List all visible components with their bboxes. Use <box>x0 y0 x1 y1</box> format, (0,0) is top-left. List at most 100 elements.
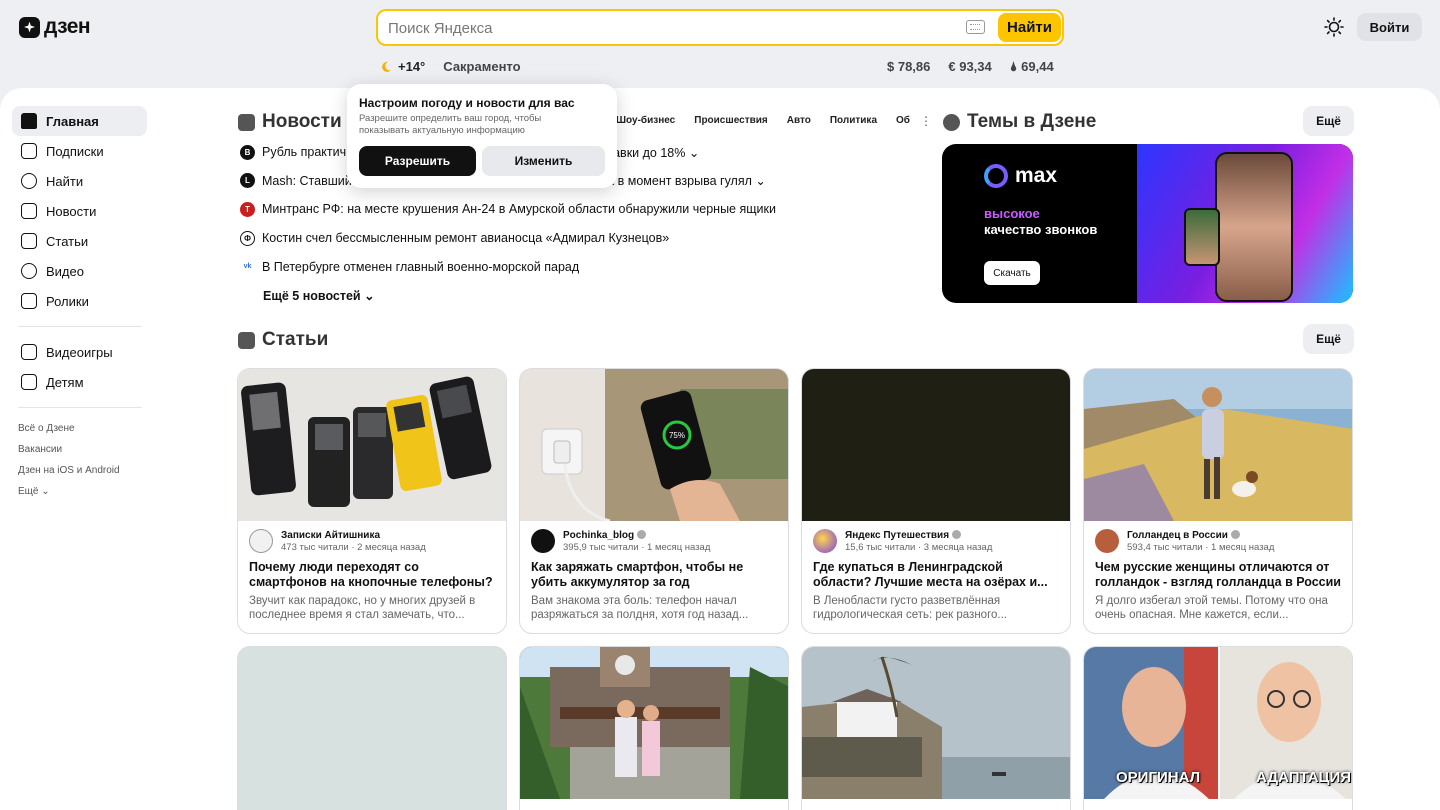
popup-text: Разрешите определить ваш город, чтобы по… <box>359 113 542 136</box>
avatar <box>1095 529 1119 553</box>
search-icon <box>21 173 37 189</box>
topics-more-button[interactable]: Ещё <box>1303 106 1354 136</box>
article-card[interactable]: 75% Pochinka_blog 395,9 тыс читали · 1 м… <box>519 368 789 634</box>
news-item[interactable]: vk В Петербурге отменен главный военно-м… <box>240 252 920 281</box>
sidebar-item-label: Подписки <box>46 143 104 159</box>
link-apps[interactable]: Дзен на iOS и Android <box>18 460 147 481</box>
more-news-button[interactable]: Ещё 5 новостей ⌄ <box>263 288 375 303</box>
login-button[interactable]: Войти <box>1357 13 1422 41</box>
sidebar-item-video[interactable]: Видео <box>12 256 147 286</box>
promo-line-2: качество звонков <box>984 222 1098 237</box>
tab-auto[interactable]: Авто <box>787 115 811 126</box>
rate-oil[interactable]: 🌢 69,44 <box>1010 59 1054 75</box>
article-image: 75% <box>520 369 788 521</box>
weather-widget[interactable]: +14° Сакраменто <box>380 59 521 74</box>
compass-icon <box>943 113 960 131</box>
news-icon <box>21 203 37 219</box>
card-author[interactable]: Голландец в России 593,4 тыс читали · 1 … <box>1095 529 1274 554</box>
sidebar-item-articles[interactable]: Статьи <box>12 226 147 256</box>
news-item[interactable]: T Минтранс РФ: на месте крушения Ан-24 в… <box>240 195 920 224</box>
moon-icon <box>382 61 391 72</box>
rate-eur[interactable]: € 93,34 <box>948 59 991 75</box>
card-title: Чем русские женщины отличаются от голлан… <box>1095 560 1341 589</box>
dzen-logo[interactable]: дзен <box>19 15 91 39</box>
sidebar-item-search[interactable]: Найти <box>12 166 147 196</box>
article-card[interactable] <box>801 646 1071 810</box>
change-button[interactable]: Изменить <box>482 146 605 176</box>
source-icon: Ф <box>240 230 255 246</box>
articles-icon <box>21 233 37 249</box>
subscriptions-icon <box>21 143 37 159</box>
articles-section-title[interactable]: Статьи <box>238 329 328 351</box>
article-card[interactable]: Записки Айтишника 473 тыс читали · 2 мес… <box>237 368 507 634</box>
card-author[interactable]: Pochinka_blog 395,9 тыс читали · 1 месяц… <box>531 529 710 554</box>
search-input[interactable] <box>388 17 948 39</box>
sidebar-item-kids[interactable]: Детям <box>12 367 147 397</box>
sidebar-item-news[interactable]: Новости <box>12 196 147 226</box>
articles-title-text: Статьи <box>262 329 329 350</box>
source-icon: B <box>240 144 255 160</box>
rate-usd[interactable]: $ 78,86 <box>887 59 930 75</box>
author-meta: 395,9 тыс читали · 1 месяц назад <box>563 542 711 553</box>
article-card[interactable]: Голландец в России 593,4 тыс читали · 1 … <box>1083 368 1353 634</box>
search-button[interactable]: Найти <box>998 13 1061 42</box>
location-popup: Настроим погоду и новости для вас Разреш… <box>347 84 617 188</box>
sidebar-item-label: Видео <box>46 263 84 279</box>
avatar <box>531 529 555 553</box>
articles-more-button[interactable]: Ещё <box>1303 324 1354 354</box>
tab-society[interactable]: Об <box>896 115 910 126</box>
link-more[interactable]: Ещё ⌄ <box>18 481 147 502</box>
sidebar-item-subscriptions[interactable]: Подписки <box>12 136 147 166</box>
author-name-text: Pochinka_blog <box>563 530 635 541</box>
battery-level-text: 75% <box>669 431 685 440</box>
sidebar-item-label: Детям <box>46 374 84 390</box>
allow-button[interactable]: Разрешить <box>359 146 476 176</box>
sidebar-item-shorts[interactable]: Ролики <box>12 286 147 316</box>
author-name: Голландец в России <box>1127 529 1274 542</box>
card-author[interactable]: Яндекс Путешествия 15,6 тыс читали · 3 м… <box>813 529 992 554</box>
kids-icon <box>21 374 37 390</box>
news-text: Mash: Ставший <box>262 173 352 188</box>
news-section-title[interactable]: Новости <box>238 111 342 133</box>
topics-title-text: Темы в Дзене <box>967 111 1097 132</box>
news-text: Минтранс РФ: на месте крушения Ан-24 в А… <box>262 202 776 217</box>
article-card[interactable] <box>519 646 789 810</box>
topics-section-title[interactable]: Темы в Дзене <box>943 111 1096 133</box>
card-author[interactable]: Записки Айтишника 473 тыс читали · 2 мес… <box>249 529 426 554</box>
article-card[interactable] <box>237 646 507 810</box>
card-excerpt: В Ленобласти густо разветвлённая гидроло… <box>813 595 1007 621</box>
article-card[interactable]: ОРИГИНАЛ АДАПТАЦИЯ <box>1083 646 1353 810</box>
download-button[interactable]: Скачать <box>984 261 1040 285</box>
home-icon <box>21 113 37 129</box>
sun-icon[interactable] <box>1324 17 1344 37</box>
sidebar-item-label: Главная <box>46 113 99 129</box>
author-meta: 473 тыс читали · 2 месяца назад <box>281 542 426 553</box>
article-image <box>802 369 1070 521</box>
max-promo-banner[interactable]: max высокое качество звонков Скачать <box>942 144 1353 303</box>
tab-politics[interactable]: Политика <box>830 115 877 126</box>
verified-icon <box>637 530 647 539</box>
tab-incidents[interactable]: Происшествия <box>694 115 767 126</box>
news-tabs: Шоу-бизнес Происшествия Авто Политика Об <box>616 115 910 126</box>
news-text-suffix: авки до 18% ⌄ <box>613 145 700 160</box>
news-text: Рубль практич <box>262 145 347 160</box>
article-image <box>238 369 506 521</box>
article-image <box>1084 369 1352 521</box>
card-excerpt: Я долго избегал этой темы. Потому что он… <box>1095 595 1328 621</box>
sidebar-item-games[interactable]: Видеоигры <box>12 337 147 367</box>
sidebar-item-home[interactable]: Главная <box>12 106 147 136</box>
sidebar-divider <box>18 407 142 408</box>
video-icon <box>21 263 37 279</box>
link-jobs[interactable]: Вакансии <box>18 439 147 460</box>
article-card[interactable]: Яндекс Путешествия 15,6 тыс читали · 3 м… <box>801 368 1071 634</box>
weather-city[interactable]: Сакраменто <box>443 59 520 74</box>
popup-title: Настроим погоду и новости для вас <box>359 96 575 110</box>
card-excerpt: Вам знакома эта боль: телефон начал разр… <box>531 595 749 621</box>
news-item[interactable]: Ф Костин счел бессмысленным ремонт авиан… <box>240 224 920 253</box>
link-about[interactable]: Всё о Дзене <box>18 418 147 439</box>
more-tabs-icon[interactable]: ⋮ <box>920 114 932 128</box>
tab-showbiz[interactable]: Шоу-бизнес <box>616 115 675 126</box>
keyboard-icon[interactable] <box>966 20 985 34</box>
verified-icon <box>1230 530 1240 539</box>
sidebar-item-label: Видеоигры <box>46 344 113 360</box>
